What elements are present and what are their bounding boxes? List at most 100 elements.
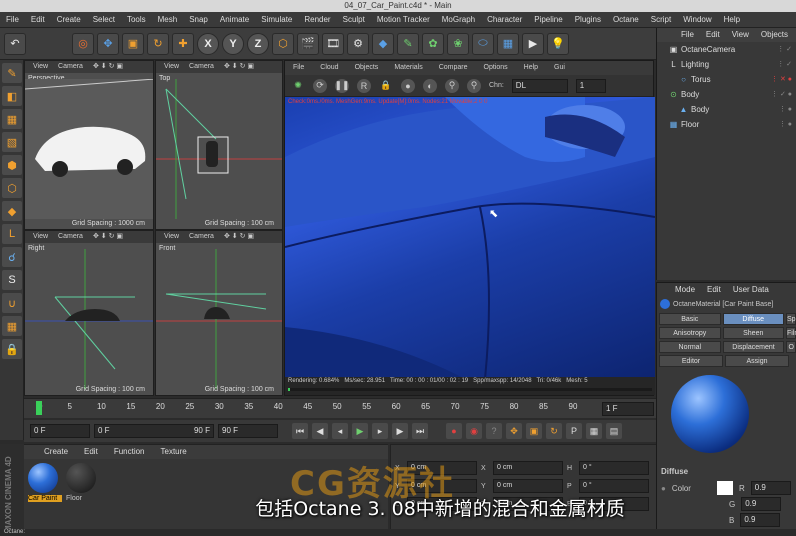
model-mode-icon[interactable]: ◧ bbox=[2, 86, 22, 106]
viewport-menu-view[interactable]: View bbox=[33, 61, 48, 73]
viewport-menu-camera[interactable]: Camera bbox=[189, 61, 214, 73]
viewport-right[interactable]: View Camera ✥ ⬇ ↻ ▣ Right Grid Spacing : 1… bbox=[24, 230, 154, 396]
grid-icon[interactable]: ▦ bbox=[2, 316, 22, 336]
render-picture-viewer-icon[interactable]: 🎞 bbox=[322, 32, 344, 55]
octane-menu-options[interactable]: Options bbox=[476, 61, 516, 75]
parameter-key-icon[interactable]: P bbox=[566, 423, 582, 439]
mat-menu-texture[interactable]: Texture bbox=[153, 445, 195, 459]
timeline[interactable]: 051015202530354045505560657075808590 1 F bbox=[24, 398, 656, 418]
clay-mode-icon[interactable]: ◐ bbox=[423, 78, 437, 93]
visibility-flags[interactable]: ⋮ ● bbox=[779, 117, 792, 132]
x-axis-icon[interactable]: X bbox=[197, 32, 219, 55]
channel-g-field[interactable]: 0.9 bbox=[741, 497, 782, 511]
go-to-start-icon[interactable]: ⏮ bbox=[292, 423, 308, 439]
objects-menu-edit[interactable]: Edit bbox=[700, 28, 726, 42]
focus-picker-icon[interactable]: ⚲ bbox=[445, 78, 459, 93]
viewport-front[interactable]: View Camera ✥ ⬇ ↻ ▣ Front Grid Spacing : 1… bbox=[155, 230, 283, 396]
channel-index[interactable]: 1 bbox=[575, 78, 606, 93]
snap-icon[interactable]: S bbox=[2, 270, 22, 290]
menu-create[interactable]: Create bbox=[51, 12, 87, 28]
point-level-icon[interactable]: ▦ bbox=[586, 423, 602, 439]
menu-mograph[interactable]: MoGraph bbox=[436, 12, 481, 28]
viewport-menu-view[interactable]: View bbox=[164, 61, 179, 73]
scene-floor-icon[interactable]: ▦ bbox=[497, 32, 519, 55]
octane-menu-compare[interactable]: Compare bbox=[431, 61, 476, 75]
viewport-nav-icon[interactable]: ✥ ⬇ ↻ ▣ bbox=[224, 231, 254, 243]
menu-simulate[interactable]: Simulate bbox=[255, 12, 298, 28]
menu-window[interactable]: Window bbox=[677, 12, 717, 28]
menu-tools[interactable]: Tools bbox=[121, 12, 152, 28]
tab-assign[interactable]: Assign bbox=[725, 355, 789, 367]
viewport-top[interactable]: View Camera ✥ ⬇ ↻ ▣ Top Grid Spacing : 100… bbox=[155, 60, 283, 230]
visibility-flags[interactable]: ⋮ ✕ ● bbox=[771, 72, 792, 87]
viewport-menu-view[interactable]: View bbox=[164, 231, 179, 243]
viewport-perspective[interactable]: View Camera ✥ ⬇ ↻ ▣ Perspective Grid Spaci… bbox=[24, 60, 154, 230]
visibility-flags[interactable]: ⋮ ● bbox=[779, 102, 792, 117]
menu-animate[interactable]: Animate bbox=[214, 12, 255, 28]
tab-anisotropy[interactable]: Anisotropy bbox=[659, 327, 721, 339]
material-swatch[interactable]: Floor bbox=[66, 463, 100, 502]
attr-menu-edit[interactable]: Edit bbox=[701, 283, 727, 297]
menu-character[interactable]: Character bbox=[481, 12, 528, 28]
octane-menu-file[interactable]: File bbox=[285, 61, 312, 75]
rotation-key-icon[interactable]: ↻ bbox=[546, 423, 562, 439]
array-icon[interactable]: ❀ bbox=[447, 32, 469, 55]
film-strip-icon[interactable]: ▤ bbox=[606, 423, 622, 439]
magnet-icon[interactable]: ∪ bbox=[2, 293, 22, 313]
render-settings-icon[interactable]: ⚙ bbox=[347, 32, 369, 55]
tweak-icon[interactable]: ☌ bbox=[2, 247, 22, 267]
object-row[interactable]: ⊙ Body ⋮ ✓ ● bbox=[657, 87, 796, 102]
attr-menu-user-data[interactable]: User Data bbox=[727, 283, 775, 297]
viewport-menu-camera[interactable]: Camera bbox=[189, 231, 214, 243]
z-axis-icon[interactable]: Z bbox=[247, 32, 269, 55]
color-swatch[interactable] bbox=[716, 481, 733, 495]
go-to-end-icon[interactable]: ⏭ bbox=[412, 423, 428, 439]
menu-octane[interactable]: Octane bbox=[607, 12, 645, 28]
frame-range-slider[interactable]: 0 F 90 F bbox=[94, 424, 214, 438]
coord-field[interactable]: 0 ° bbox=[579, 479, 649, 493]
keyframe-selection-icon[interactable]: ? bbox=[486, 423, 502, 439]
menu-help[interactable]: Help bbox=[718, 12, 746, 28]
cube-icon[interactable]: ◆ bbox=[372, 32, 394, 55]
material-picker-icon[interactable]: ● bbox=[401, 78, 415, 93]
auto-key-icon[interactable]: ◉ bbox=[466, 423, 482, 439]
record-icon[interactable]: ● bbox=[446, 423, 462, 439]
mat-menu-edit[interactable]: Edit bbox=[76, 445, 106, 459]
transform-icon[interactable]: ✚ bbox=[172, 32, 194, 55]
light-icon[interactable]: 💡 bbox=[547, 32, 569, 55]
radio-icon[interactable]: ● bbox=[661, 484, 666, 493]
scale-key-icon[interactable]: ▣ bbox=[526, 423, 542, 439]
objects-menu-objects[interactable]: Objects bbox=[755, 28, 794, 42]
region-render-icon[interactable]: R bbox=[357, 78, 371, 93]
menu-plugins[interactable]: Plugins bbox=[569, 12, 607, 28]
mat-menu-function[interactable]: Function bbox=[106, 445, 153, 459]
live-select-icon[interactable]: ◎ bbox=[72, 32, 94, 55]
viewport-menu-camera[interactable]: Camera bbox=[58, 61, 83, 73]
viewport-menu-camera[interactable]: Camera bbox=[58, 231, 83, 243]
lock-icon[interactable]: 🔒 bbox=[379, 79, 393, 93]
tab-diffuse[interactable]: Diffuse bbox=[722, 313, 784, 325]
octane-menu-materials[interactable]: Materials bbox=[386, 61, 430, 75]
object-row[interactable]: ○ Torus ⋮ ✕ ● bbox=[657, 72, 796, 87]
attr-menu-mode[interactable]: Mode bbox=[669, 283, 701, 297]
texture-mode-icon[interactable]: ▦ bbox=[2, 109, 22, 129]
object-row[interactable]: ▦ Floor ⋮ ● bbox=[657, 117, 796, 132]
menu-script[interactable]: Script bbox=[645, 12, 677, 28]
pause-icon[interactable]: ❚❚ bbox=[334, 78, 350, 93]
coord-field[interactable]: 0 cm bbox=[493, 461, 563, 475]
make-editable-icon[interactable]: ✎ bbox=[2, 63, 22, 83]
visibility-flags[interactable]: ⋮ ✓ ● bbox=[771, 87, 792, 102]
coord-field[interactable]: 0 ° bbox=[579, 461, 649, 475]
edges-mode-icon[interactable]: ⬡ bbox=[2, 178, 22, 198]
menu-file[interactable]: File bbox=[0, 12, 25, 28]
menu-render[interactable]: Render bbox=[298, 12, 336, 28]
object-row[interactable]: L Lighting ⋮ ✓ bbox=[657, 57, 796, 72]
menu-sculpt[interactable]: Sculpt bbox=[337, 12, 371, 28]
rotate-icon[interactable]: ↻ bbox=[147, 32, 169, 55]
tab-normal[interactable]: Normal bbox=[659, 341, 721, 353]
position-key-icon[interactable]: ✥ bbox=[506, 423, 522, 439]
move-icon[interactable]: ✥ bbox=[97, 32, 119, 55]
tab-basic[interactable]: Basic bbox=[659, 313, 721, 325]
objects-menu-view[interactable]: View bbox=[726, 28, 755, 42]
coord-field[interactable]: 0 cm bbox=[493, 479, 563, 493]
